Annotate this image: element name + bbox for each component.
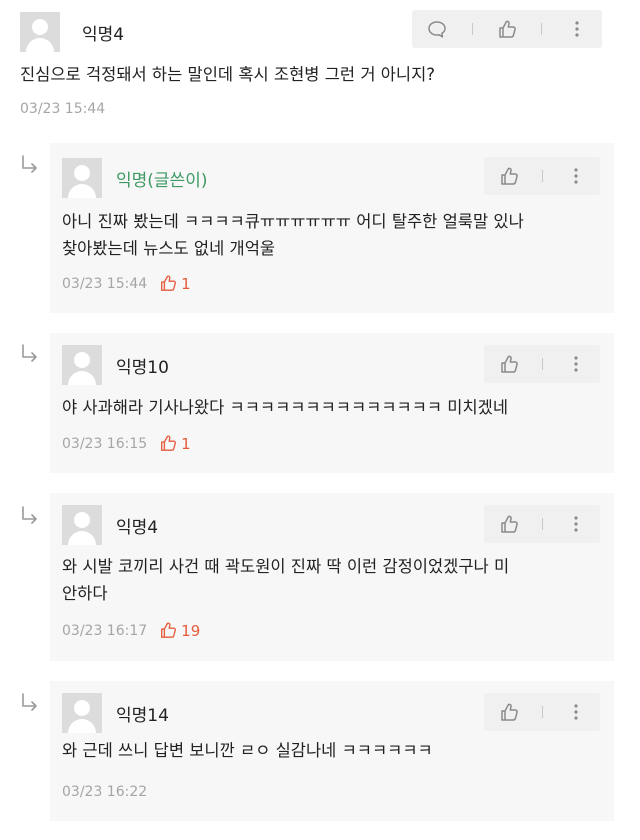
like-indicator	[159, 274, 177, 293]
comment-text: 진심으로 걱정돼서 하는 말인데 혹시 조현병 그런 거 아니지?	[20, 65, 436, 84]
thumbs-up-icon	[499, 354, 519, 374]
like-button[interactable]	[493, 508, 525, 540]
divider	[541, 518, 543, 530]
divider	[541, 706, 543, 718]
reply-arrow-icon	[20, 343, 40, 363]
comment-text-line: 야 사과해라 기사나왔다 ㅋㅋㅋㅋㅋㅋㅋㅋㅋㅋㅋㅋㅋㅋ 미치겠네	[62, 398, 509, 417]
more-options-button[interactable]	[561, 13, 593, 45]
like-indicator	[159, 434, 177, 453]
comment-text: 아니 진짜 봤는데 ㅋㅋㅋㅋ큐ㅠㅠㅠㅠㅠㅠ 어디 탈주한 얼룩말 있나 찾아봤는…	[62, 208, 602, 262]
comment-meta: 03/23 16:17 19	[62, 621, 200, 640]
comment-text-line: 아니 진짜 봤는데 ㅋㅋㅋㅋ큐ㅠㅠㅠㅠㅠㅠ 어디 탈주한 얼룩말 있나	[62, 212, 524, 231]
comment-author-name: 익명10	[116, 357, 169, 378]
reply-arrow-icon	[20, 154, 40, 174]
divider	[541, 23, 543, 35]
reply-comment: 익명14 와 근데 쓰니 답변 보니깐 ㄹㅇ 실감나네 ㅋㅋㅋㅋㅋㅋ 03/23…	[50, 681, 614, 821]
vertical-dots-icon	[566, 354, 586, 374]
comment-text-line: 찾아봤는데 뉴스도 없네 개억울	[62, 239, 276, 258]
reply-comment: 익명(글쓴이) 아니 진짜 봤는데 ㅋㅋㅋㅋ큐ㅠㅠㅠㅠㅠㅠ 어디 탈주한 얼룩말…	[50, 143, 614, 313]
more-options-button[interactable]	[560, 696, 592, 728]
reply-arrow-icon	[20, 505, 40, 525]
avatar[interactable]	[62, 693, 102, 733]
reply-button[interactable]	[421, 13, 453, 45]
reply-header: 익명(글쓴이)	[62, 158, 207, 198]
thumbs-up-icon	[159, 621, 177, 639]
vertical-dots-icon	[566, 702, 586, 722]
comment-text: 야 사과해라 기사나왔다 ㅋㅋㅋㅋㅋㅋㅋㅋㅋㅋㅋㅋㅋㅋ 미치겠네	[62, 394, 602, 421]
reply-action-bar	[484, 505, 600, 543]
main-comment: 익명4 진심으로 걱정돼서 하는 말인데 혹시 조현병 그런 거 아니지? 03…	[0, 0, 640, 135]
comment-author-name: 익명14	[116, 705, 169, 726]
avatar[interactable]	[62, 505, 102, 545]
speech-bubble-icon	[427, 19, 447, 39]
reply-comment: 익명10 야 사과해라 기사나왔다 ㅋㅋㅋㅋㅋㅋㅋㅋㅋㅋㅋㅋㅋㅋ 미치겠네 03…	[50, 333, 614, 473]
reply-header: 익명10	[62, 345, 169, 385]
vertical-dots-icon	[566, 166, 586, 186]
more-options-button[interactable]	[560, 160, 592, 192]
comment-timestamp: 03/23 16:22	[62, 784, 148, 800]
reply-header: 익명4	[62, 505, 158, 545]
comment-action-bar	[412, 10, 602, 48]
thumbs-up-icon	[499, 166, 519, 186]
reply-header: 익명14	[62, 693, 169, 733]
like-button[interactable]	[493, 160, 525, 192]
thumbs-up-icon	[159, 274, 177, 292]
avatar[interactable]	[62, 345, 102, 385]
comment-meta: 03/23 16:15 1	[62, 434, 191, 453]
like-button[interactable]	[491, 13, 523, 45]
main-comment-header: 익명4	[20, 12, 124, 52]
thumbs-up-icon	[159, 434, 177, 452]
comment-text-line: 와 시발 코끼리 사건 때 곽도원이 진짜 딱 이런 감정이었겠구나 미	[62, 557, 510, 576]
reply-action-bar	[484, 157, 600, 195]
comment-meta: 03/23 15:44	[20, 101, 105, 117]
thumbs-up-icon	[499, 514, 519, 534]
comment-timestamp: 03/23 16:17	[62, 622, 148, 639]
like-count: 19	[181, 621, 201, 640]
thumbs-up-icon	[497, 19, 517, 39]
like-indicator	[159, 621, 177, 640]
comment-meta: 03/23 15:44 1	[62, 274, 191, 293]
comment-timestamp: 03/23 16:15	[62, 435, 148, 452]
vertical-dots-icon	[566, 514, 586, 534]
comment-timestamp: 03/23 15:44	[20, 101, 106, 117]
comment-meta: 03/23 16:22	[62, 784, 147, 800]
reply-action-bar	[484, 693, 600, 731]
more-options-button[interactable]	[560, 508, 592, 540]
reply-comment: 익명4 와 시발 코끼리 사건 때 곽도원이 진짜 딱 이런 감정이었겠구나 미…	[50, 493, 614, 661]
comment-text-line: 와 근데 쓰니 답변 보니깐 ㄹㅇ 실감나네 ㅋㅋㅋㅋㅋㅋ	[62, 741, 433, 760]
avatar[interactable]	[62, 158, 102, 198]
reply-action-bar	[484, 345, 600, 383]
like-button[interactable]	[493, 348, 525, 380]
divider	[541, 358, 543, 370]
comment-text-line: 안하다	[62, 584, 108, 603]
comment-text: 와 시발 코끼리 사건 때 곽도원이 진짜 딱 이런 감정이었겠구나 미 안하다	[62, 553, 602, 607]
comment-timestamp: 03/23 15:44	[62, 275, 148, 292]
like-count: 1	[181, 434, 191, 453]
divider	[541, 170, 543, 182]
avatar[interactable]	[20, 12, 60, 52]
comment-author-name: 익명4	[116, 517, 159, 538]
thumbs-up-icon	[499, 702, 519, 722]
more-options-button[interactable]	[560, 348, 592, 380]
comment-author-name: 익명4	[82, 24, 125, 45]
like-count: 1	[181, 274, 191, 293]
reply-arrow-icon	[20, 692, 40, 712]
like-button[interactable]	[493, 696, 525, 728]
divider	[471, 23, 473, 35]
comment-text: 와 근데 쓰니 답변 보니깐 ㄹㅇ 실감나네 ㅋㅋㅋㅋㅋㅋ	[62, 737, 602, 764]
vertical-dots-icon	[567, 19, 587, 39]
comment-author-name: 익명(글쓴이)	[116, 170, 208, 191]
